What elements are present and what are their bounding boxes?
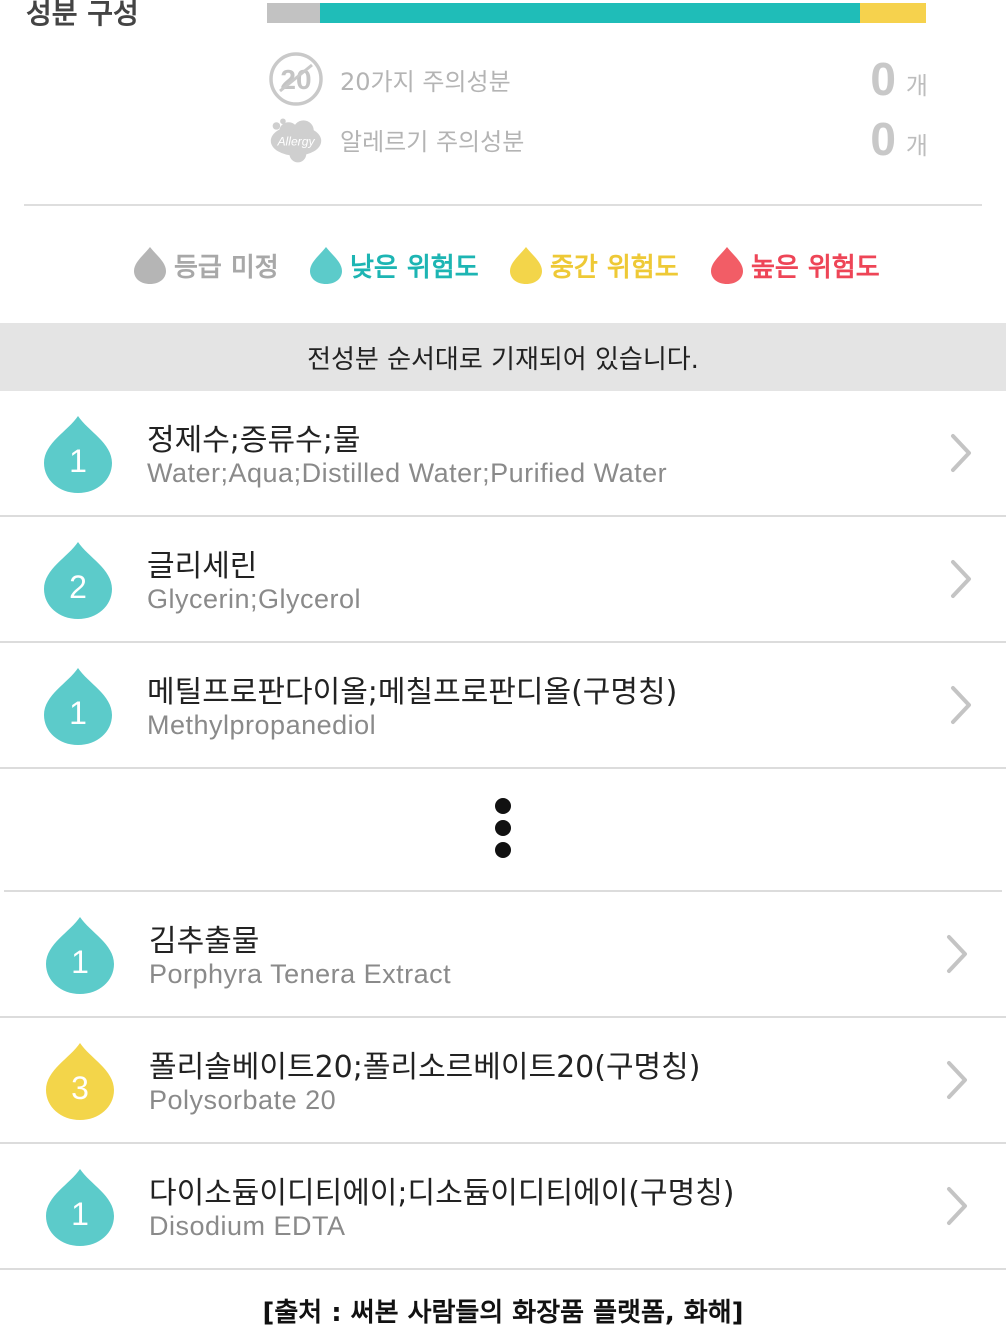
- warning-unit-20: 개: [905, 71, 928, 100]
- legend-unrated: 등급 미정: [132, 240, 279, 290]
- composition-segment-medium: [860, 3, 926, 23]
- warning-count-allergy: 0: [870, 113, 896, 165]
- warning-count-20: 0: [870, 53, 896, 105]
- ingredient-name-en: Water;Aqua;Distilled Water;Purified Wate…: [147, 458, 668, 488]
- chevron-right-icon[interactable]: [944, 1058, 970, 1102]
- ingredient-name-ko: 메틸프로판다이올;메칠프로판디올(구명칭): [147, 675, 678, 710]
- warning-label-allergy: 알레르기 주의성분: [340, 127, 525, 156]
- chevron-right-icon[interactable]: [944, 1184, 970, 1228]
- risk-legend: 등급 미정 낮은 위험도 중간 위험도 높은 위험도: [0, 240, 1006, 290]
- ingredient-name-ko: 글리세린: [147, 549, 258, 584]
- grade-number: 2: [69, 569, 87, 605]
- legend-low: 낮은 위험도: [308, 240, 479, 290]
- composition-segment-unrated: [267, 3, 320, 23]
- ingredient-name-ko: 정제수;증류수;물: [147, 423, 361, 458]
- warning-unit-allergy: 개: [905, 131, 928, 160]
- grade-drop-icon: 2: [42, 539, 114, 621]
- legend-label: 등급 미정: [174, 252, 279, 283]
- warning-row-allergy[interactable]: Allergy 알레르기 주의성분 0 개: [268, 109, 928, 169]
- grade-number: 1: [71, 1196, 89, 1232]
- allergy-badge-text: Allergy: [276, 135, 315, 149]
- ingredient-name-en: Methylpropanediol: [147, 710, 377, 740]
- ingredient-name-en: Glycerin;Glycerol: [147, 584, 362, 614]
- chevron-right-icon[interactable]: [944, 932, 970, 976]
- drop-icon: [510, 247, 542, 284]
- chevron-right-icon[interactable]: [948, 431, 974, 475]
- ingredient-name-en: Polysorbate 20: [149, 1085, 337, 1115]
- grade-drop-icon: 1: [44, 1166, 116, 1248]
- ingredient-row[interactable]: 3 폴리솔베이트20;폴리소르베이트20(구명칭) Polysorbate 20: [0, 1018, 1006, 1144]
- legend-label: 높은 위험도: [751, 252, 880, 283]
- ingredient-row[interactable]: 1 메틸프로판다이올;메칠프로판디올(구명칭) Methylpropanedio…: [0, 643, 1006, 769]
- grade-drop-icon: 1: [44, 914, 116, 996]
- warning-label-20: 20가지 주의성분: [340, 67, 511, 96]
- order-notice: 전성분 순서대로 기재되어 있습니다.: [0, 323, 1006, 391]
- ingredient-name-en: Porphyra Tenera Extract: [149, 959, 452, 989]
- grade-number: 3: [71, 1070, 89, 1106]
- legend-high: 높은 위험도: [709, 240, 880, 290]
- grade-number: 1: [69, 443, 87, 479]
- ingredient-row[interactable]: 2 글리세린 Glycerin;Glycerol: [0, 517, 1006, 643]
- divider: [24, 204, 982, 206]
- drop-icon: [134, 247, 166, 284]
- ingredient-row[interactable]: 1 정제수;증류수;물 Water;Aqua;Distilled Water;P…: [0, 391, 1006, 517]
- section-title: 성분 구성: [26, 0, 139, 30]
- drop-icon: [711, 247, 743, 284]
- legend-medium: 중간 위험도: [508, 240, 679, 290]
- chevron-right-icon[interactable]: [948, 557, 974, 601]
- ingredient-name-ko: 다이소듐이디티에이;디소듐이디티에이(구명칭): [149, 1176, 735, 1211]
- vertical-ellipsis-icon: [490, 798, 516, 864]
- legend-label: 중간 위험도: [550, 252, 679, 283]
- composition-segment-low: [319, 3, 861, 23]
- drop-icon: [310, 247, 342, 284]
- twenty-badge-icon: 20: [268, 51, 324, 107]
- chevron-right-icon[interactable]: [948, 683, 974, 727]
- composition-bar: [267, 3, 926, 23]
- allergy-cloud-icon: Allergy: [268, 111, 324, 167]
- ingredient-row[interactable]: 1 김추출물 Porphyra Tenera Extract: [0, 892, 1006, 1018]
- grade-number: 1: [69, 695, 87, 731]
- grade-drop-icon: 1: [42, 665, 114, 747]
- ingredient-name-en: Disodium EDTA: [149, 1211, 346, 1241]
- ingredient-name-ko: 폴리솔베이트20;폴리소르베이트20(구명칭): [149, 1050, 701, 1085]
- grade-drop-icon: 1: [42, 413, 114, 495]
- grade-drop-icon: 3: [44, 1040, 116, 1122]
- ingredient-row[interactable]: 1 다이소듐이디티에이;디소듐이디티에이(구명칭) Disodium EDTA: [0, 1144, 1006, 1270]
- grade-number: 1: [71, 944, 89, 980]
- legend-label: 낮은 위험도: [350, 252, 479, 283]
- warning-row-20[interactable]: 20 20가지 주의성분 0 개: [268, 49, 928, 109]
- source-caption: [출처 : 써본 사람들의 화장품 플랫폼, 화해]: [262, 1298, 744, 1328]
- ingredient-name-ko: 김추출물: [149, 924, 260, 959]
